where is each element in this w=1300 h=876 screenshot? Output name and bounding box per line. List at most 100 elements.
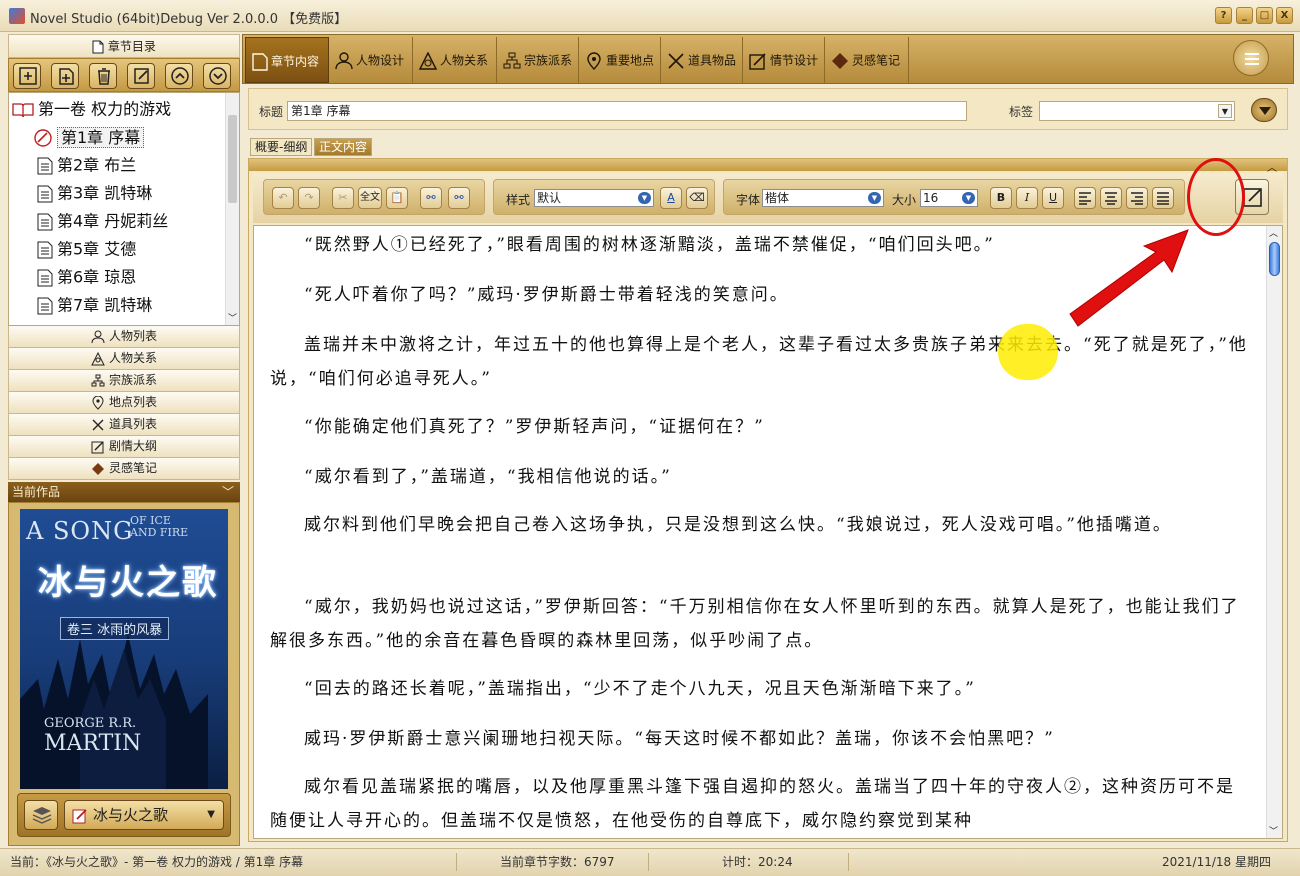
title-input[interactable]: 第1章 序幕 [287,101,967,121]
eraser-icon: ⌫ [689,191,705,204]
work-select-dropdown[interactable]: 冰与火之歌 ▼ [64,800,224,830]
close-button[interactable]: X [1276,7,1293,24]
subtab-outline[interactable]: 概要-细纲 [250,138,313,156]
tab-props[interactable]: 道具物品 [661,37,743,83]
nav-item-locations[interactable]: 地点列表 [8,392,240,414]
align-left-button[interactable] [1074,187,1096,209]
tree-scrollbar-thumb[interactable] [228,115,237,203]
outline-icon [91,440,105,454]
book-icon [12,102,34,118]
align-right-button[interactable] [1126,187,1148,209]
tab-locations[interactable]: 重要地点 [579,37,661,83]
tree-scrollbar[interactable]: ﹀ [225,93,239,325]
minimize-button[interactable]: _ [1236,7,1253,24]
tree-chapter-7[interactable]: 第7章 凯特琳 [37,291,152,319]
chevron-down-icon[interactable]: ﹀ [1269,824,1278,837]
editor-scrollbar-thumb[interactable] [1269,242,1280,276]
tab-inspiration-notes[interactable]: 灵感笔记 [825,37,909,83]
format-painter-button[interactable]: A [660,187,682,209]
undo-button[interactable]: ↶ [272,187,294,209]
chapter-list-header[interactable]: 章节目录 [8,34,240,58]
chapter-doc-icon [37,185,53,203]
chevron-up-icon[interactable]: ︿ [1269,226,1278,239]
move-up-button[interactable] [165,63,193,89]
nav-item-characters[interactable]: 人物列表 [8,326,240,348]
doc-icon [92,40,104,54]
cursor-highlight [998,324,1058,380]
nav-item-relations[interactable]: 人物关系 [8,348,240,370]
status-separator [848,853,849,871]
delete-button[interactable] [89,63,117,89]
style-select[interactable]: 默认 ▼ [534,189,654,207]
edit-button[interactable] [127,63,155,89]
add-chapter-button[interactable] [51,63,79,89]
main-menu-button[interactable] [1233,40,1269,76]
tab-factions[interactable]: 宗族派系 [497,37,579,83]
chevron-down-icon[interactable]: ﹀ [228,311,237,324]
nav-item-notes[interactable]: 灵感笔记 [8,458,240,480]
tab-character-relations[interactable]: 人物关系 [413,37,497,83]
tree-chapter-1[interactable]: 第1章 序幕 [33,123,145,151]
location-icon [585,51,603,70]
chevron-down-icon[interactable]: ▼ [1218,104,1232,118]
current-work-header[interactable]: 当前作品 ﹀ [8,482,240,502]
nav-list: 人物列表 人物关系 宗族派系 地点列表 道具列表 剧情大纲 灵感笔记 [8,326,240,480]
nav-item-outline[interactable]: 剧情大纲 [8,436,240,458]
bold-button[interactable]: B [990,187,1012,209]
font-select[interactable]: 楷体 ▼ [762,189,884,207]
find-button[interactable]: ⚯ [420,187,442,209]
tag-select[interactable]: ▼ [1039,101,1235,121]
arrow-down-icon [209,67,227,85]
align-center-icon [1105,192,1117,205]
layers-button[interactable] [24,800,58,830]
align-right-icon [1131,192,1143,205]
tree-volume[interactable]: 第一卷 权力的游戏 [12,95,171,123]
nav-item-props[interactable]: 道具列表 [8,414,240,436]
status-separator [456,853,457,871]
expand-button[interactable] [1251,98,1277,122]
tab-character-design[interactable]: 人物设计 [329,37,413,83]
paste-button[interactable]: 📋 [386,187,408,209]
replace-button[interactable]: ⚯ [448,187,470,209]
tree-chapter-6[interactable]: 第6章 琼恩 [37,263,136,291]
help-button[interactable]: ? [1215,7,1232,24]
work-selector-bar: 冰与火之歌 ▼ [17,793,231,837]
nav-item-label: 人物列表 [108,329,157,343]
select-all-button[interactable]: 全文 [358,187,382,209]
tree-chapter-3[interactable]: 第3章 凯特琳 [37,179,152,207]
tab-plot-design[interactable]: 情节设计 [743,37,825,83]
tree-chapter-2[interactable]: 第2章 布兰 [37,151,136,179]
diamond-icon [91,462,105,476]
justify-icon [1157,192,1169,205]
tree-chapter-4[interactable]: 第4章 丹妮莉丝 [37,207,168,235]
italic-button[interactable]: I [1016,187,1038,209]
underline-button[interactable]: U [1042,187,1064,209]
chevron-up-icon[interactable]: ︿ [1267,159,1277,174]
justify-button[interactable] [1152,187,1174,209]
current-work-header-label: 当前作品 [12,485,61,499]
eraser-button[interactable]: ⌫ [686,187,708,209]
move-down-button[interactable] [203,63,231,89]
maximize-button[interactable]: □ [1256,7,1273,24]
subtab-body[interactable]: 正文内容 [314,138,373,156]
redo-button[interactable]: ↷ [298,187,320,209]
style-group: 样式 默认 ▼ A ⌫ [493,179,715,215]
size-select[interactable]: 16 ▼ [920,189,978,207]
text-paragraph: 威尔料到他们早晚会把自己卷入这场争执，只是没想到这么快。“我娘说过，死人没戏可唱… [304,515,1172,535]
chapter-tree: 第一卷 权力的游戏 第1章 序幕 第2章 布兰 第3章 凯特琳 第4章 丹妮莉丝… [8,92,240,326]
find-replace-icon: ⚯ [454,191,464,204]
tree-chapter-5[interactable]: 第5章 艾德 [37,235,136,263]
status-date: 2021/11/18 星期四 [1162,855,1271,869]
text-paragraph: 威尔看见盖瑞紧抿的嘴唇，以及他厚重黑斗篷下强自遏抑的怒火。盖瑞当了四十年的守夜人… [270,777,1235,831]
tab-chapter-content[interactable]: 章节内容 [245,37,329,83]
font-label: 字体 [736,193,761,207]
cut-button[interactable]: ✂ [332,187,354,209]
add-volume-button[interactable] [13,63,41,89]
nav-item-label: 灵感笔记 [108,461,157,475]
size-value: 16 [923,191,939,205]
nav-item-factions[interactable]: 宗族派系 [8,370,240,392]
status-current-location: 当前：《冰与火之歌》- 第一卷 权力的游戏 / 第1章 序幕 [10,855,304,869]
editor-scrollbar[interactable]: ︿ ﹀ [1266,226,1282,838]
align-center-button[interactable] [1100,187,1122,209]
chevron-down-icon[interactable]: ﹀ [222,482,234,502]
